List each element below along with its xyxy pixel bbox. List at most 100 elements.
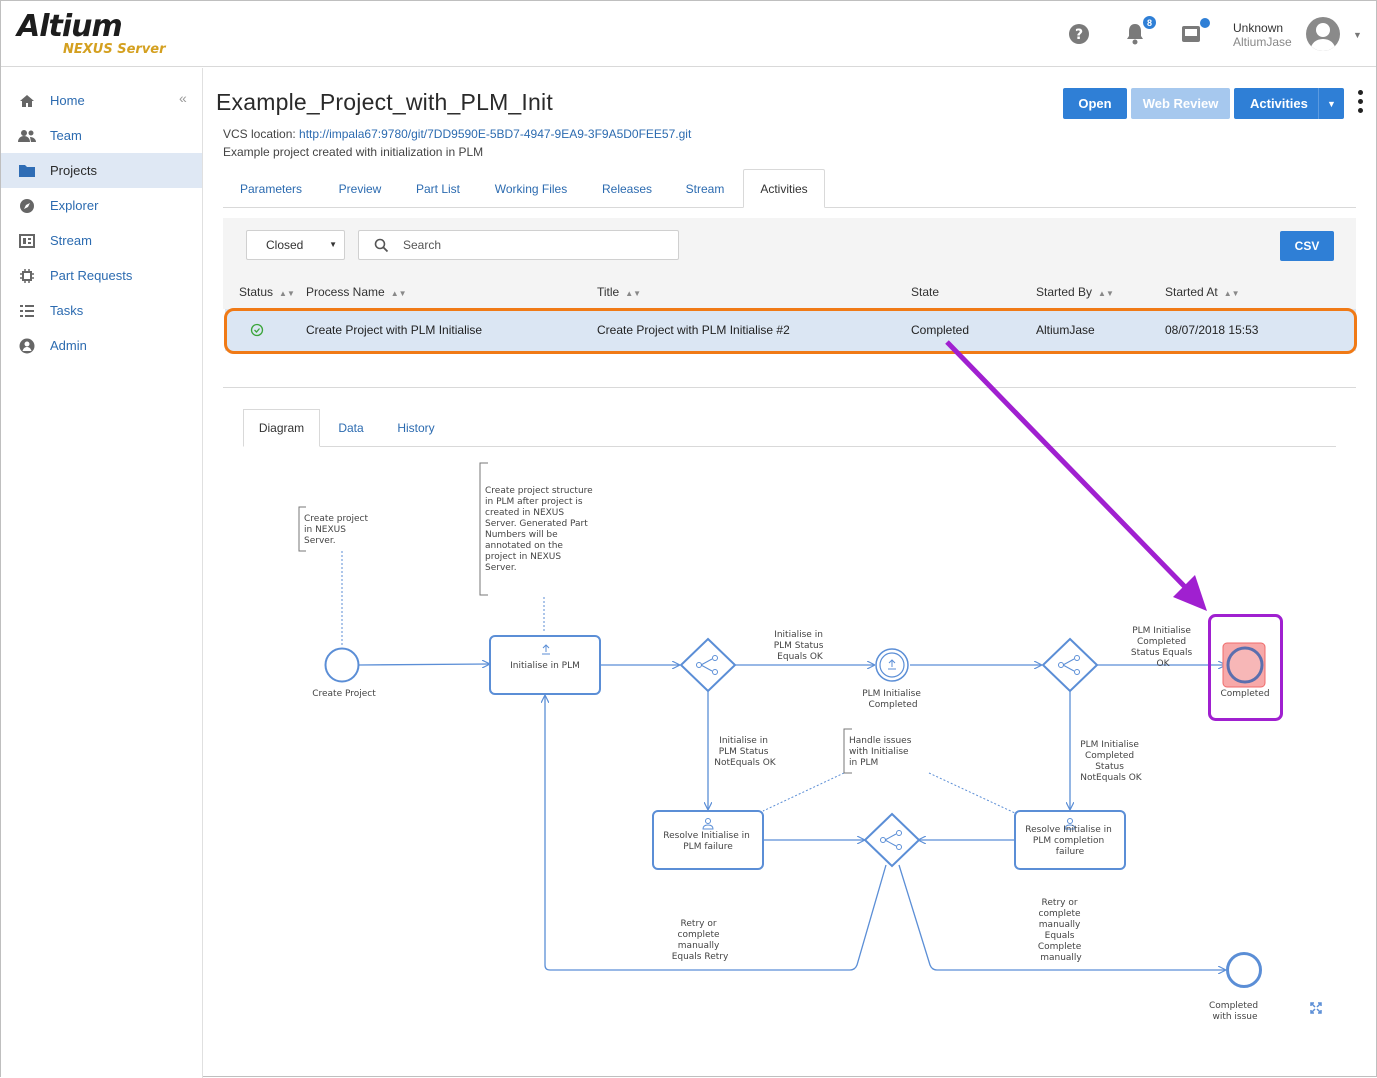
sidebar-item-label: Part Requests: [50, 268, 133, 283]
status-filter-select[interactable]: Closed ▼: [246, 230, 345, 260]
sidebar-item-label: Tasks: [50, 303, 84, 318]
sidebar-item-label: Admin: [50, 338, 87, 353]
more-options-icon[interactable]: [1358, 90, 1364, 117]
association-handle-note-2: [928, 772, 1016, 814]
row-highlight-outline: [224, 308, 1357, 354]
sidebar-item-part-requests[interactable]: Part Requests: [1, 258, 202, 293]
inbox-icon[interactable]: [1179, 17, 1211, 47]
activities-button[interactable]: Activities ▼: [1234, 88, 1344, 119]
label-initialise-in-plm: Initialise in PLM: [510, 661, 580, 671]
inbox-dot-badge: [1199, 17, 1211, 29]
sidebar-item-home[interactable]: Home: [1, 83, 202, 118]
column-title[interactable]: Title ▲▼: [597, 273, 641, 309]
search-input[interactable]: [401, 236, 661, 254]
sort-icon: ▲▼: [390, 289, 407, 298]
sidebar: « Home Team Projects Explorer Stream Par…: [1, 68, 203, 1078]
logo-sub-text: NEXUS Server: [63, 42, 166, 57]
label-completed-status-equals-ok: PLM Initialise Completed Status Equals O…: [1131, 626, 1195, 669]
sidebar-item-projects[interactable]: Projects: [1, 153, 202, 188]
search-icon: [374, 238, 389, 258]
sidebar-item-admin[interactable]: Admin: [1, 328, 202, 363]
user-name: Unknown: [1233, 21, 1284, 35]
column-started-at[interactable]: Started At ▲▼: [1165, 273, 1240, 309]
avatar[interactable]: [1306, 17, 1340, 51]
column-process-name[interactable]: Process Name ▲▼: [306, 273, 407, 309]
sidebar-item-label: Explorer: [50, 198, 99, 213]
tab-history[interactable]: History: [385, 409, 447, 447]
sort-icon: ▲▼: [279, 289, 295, 298]
column-label: Started At: [1165, 285, 1218, 299]
workflow-diagram: Create project in NEXUS Server. Create p…: [298, 462, 1322, 1022]
end-event-completed-with-issue[interactable]: [1226, 952, 1262, 988]
annotation-plm-structure: Create project structure in PLM after pr…: [485, 486, 596, 573]
table-header: Status ▲▼ Process Name ▲▼ Title ▲▼ State St…: [223, 273, 1356, 309]
column-status[interactable]: Status ▲▼: [239, 273, 295, 309]
column-label: Title: [597, 285, 620, 299]
notification-count-badge: 8: [1142, 15, 1157, 30]
csv-export-button[interactable]: CSV: [1280, 231, 1334, 261]
sort-icon: ▲▼: [625, 289, 642, 298]
help-icon[interactable]: ?: [1066, 21, 1092, 47]
label-retry: Retry or complete manually Equals Retry: [672, 919, 729, 962]
activities-dropdown-chevron-down-icon[interactable]: ▼: [1318, 88, 1344, 119]
user-info[interactable]: Unknown AltiumJase: [1233, 21, 1292, 49]
tab-releases[interactable]: Releases: [591, 169, 663, 208]
sidebar-item-label: Team: [50, 128, 82, 143]
callout-arrow-head: [1173, 575, 1207, 611]
page-title: Example_Project_with_PLM_Init: [216, 89, 553, 115]
sort-icon: ▲▼: [1098, 289, 1114, 298]
label-status-equals-ok: Initialise in PLM Status Equals OK: [774, 630, 827, 662]
project-description: Example project created with initializat…: [223, 145, 484, 159]
user-icon: [18, 338, 36, 354]
sort-icon: ▲▼: [1223, 289, 1240, 298]
end-event-completed[interactable]: [1226, 646, 1264, 684]
sidebar-item-label: Stream: [50, 233, 92, 248]
notifications-bell-icon[interactable]: 8: [1123, 15, 1157, 47]
tab-activities[interactable]: Activities: [743, 169, 825, 208]
tab-diagram[interactable]: Diagram: [243, 409, 320, 447]
tab-data[interactable]: Data: [325, 409, 377, 447]
tab-preview[interactable]: Preview: [327, 169, 393, 208]
home-icon: [18, 93, 36, 109]
label-create-project: Create Project: [312, 689, 376, 699]
label-status-notequals-ok: Initialise in PLM Status NotEquals OK: [714, 736, 777, 768]
search-box[interactable]: [358, 230, 679, 260]
tab-working-files[interactable]: Working Files: [485, 169, 577, 208]
team-icon: [18, 128, 36, 144]
sidebar-item-stream[interactable]: Stream: [1, 223, 202, 258]
vcs-url-link[interactable]: http://impala67:9780/git/7DD9590E-5BD7-4…: [299, 127, 691, 141]
web-review-button[interactable]: Web Review: [1131, 88, 1230, 119]
altium-logo[interactable]: Altium NEXUS Server: [17, 9, 166, 58]
open-button[interactable]: Open: [1063, 88, 1127, 119]
gateway-resolution[interactable]: [863, 812, 921, 868]
tab-stream[interactable]: Stream: [675, 169, 735, 208]
label-plm-initialise-completed: PLM Initialise Completed: [862, 689, 924, 710]
activities-button-label: Activities: [1250, 96, 1308, 111]
intermediate-event-plm-completed[interactable]: [875, 648, 909, 682]
sidebar-item-label: Projects: [50, 163, 97, 178]
tab-part-list[interactable]: Part List: [403, 169, 473, 208]
sidebar-item-team[interactable]: Team: [1, 118, 202, 153]
logo-main-text: Altium: [17, 9, 123, 44]
flow-start-to-init: [358, 664, 489, 665]
user-menu-chevron-down-icon[interactable]: ▼: [1353, 30, 1362, 40]
association-handle-note-1: [762, 772, 845, 812]
project-tabs: Parameters Preview Part List Working Fil…: [223, 169, 1356, 208]
sidebar-item-explorer[interactable]: Explorer: [1, 188, 202, 223]
top-header: Altium NEXUS Server ? 8 Unknown AltiumJa…: [1, 1, 1376, 67]
start-event[interactable]: [324, 647, 360, 683]
tab-parameters[interactable]: Parameters: [223, 169, 319, 208]
column-label: Process Name: [306, 285, 385, 299]
annotation-handle-issues: Handle issues with Initialise in PLM: [849, 736, 914, 768]
expand-diagram-icon[interactable]: [1310, 1002, 1322, 1014]
gateway-init-status[interactable]: [679, 637, 737, 693]
sidebar-item-tasks[interactable]: Tasks: [1, 293, 202, 328]
annotation-bracket: [479, 462, 488, 596]
chip-icon: [18, 268, 36, 284]
column-started-by[interactable]: Started By ▲▼: [1036, 273, 1114, 309]
callout-arrow-line: [945, 340, 1190, 592]
activity-detail-tabs: Diagram Data History: [243, 409, 1336, 447]
stream-icon: [18, 233, 36, 249]
tasks-icon: [18, 303, 36, 319]
gateway-plm-completed[interactable]: [1041, 637, 1099, 693]
